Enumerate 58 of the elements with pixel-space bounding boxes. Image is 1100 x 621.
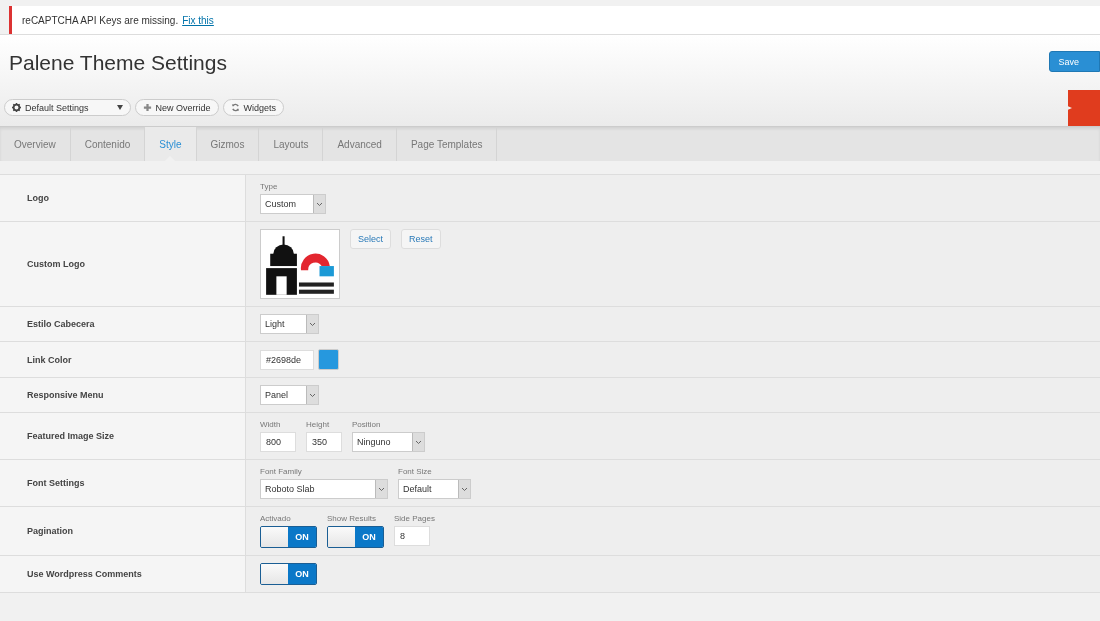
text-field[interactable]: 800 <box>260 432 296 452</box>
fix-link[interactable]: Fix this <box>182 14 214 26</box>
color-field[interactable]: #2698de <box>260 349 314 370</box>
chevron-down-icon <box>461 486 468 492</box>
setting-label: Featured Image Size <box>27 431 115 441</box>
select-field[interactable]: Ninguno <box>352 432 425 452</box>
setting-label: Responsive Menu <box>27 390 104 400</box>
notice-text: reCAPTCHA API Keys are missing. <box>22 14 179 26</box>
gear-icon <box>12 103 21 112</box>
setting-label: Estilo Cabecera <box>27 319 95 329</box>
text-field[interactable]: 350 <box>306 432 342 452</box>
field-label: Width <box>260 420 282 429</box>
toolbar-button[interactable]: Widgets <box>222 99 285 116</box>
caret-icon <box>116 105 123 110</box>
select-field[interactable]: Light <box>260 314 319 334</box>
toggle-switch[interactable]: ON <box>260 526 317 548</box>
save-button[interactable]: Save <box>1049 51 1100 72</box>
refresh-icon <box>230 103 240 112</box>
tab[interactable]: Page Templates <box>396 127 498 161</box>
setting-label: Logo <box>27 193 49 203</box>
field-label: Height <box>306 420 331 429</box>
field-label: Font Family <box>260 467 303 476</box>
image-button[interactable]: Reset <box>401 229 441 249</box>
field-label: Show Results <box>327 514 377 523</box>
image-button[interactable]: Select <box>350 229 391 249</box>
chevron-down-icon <box>415 439 422 445</box>
field-label: Position <box>352 420 382 429</box>
text-field[interactable]: 8 <box>394 526 430 546</box>
setting-label: Font Settings <box>27 478 85 488</box>
color-swatch[interactable] <box>318 349 339 370</box>
select-field[interactable]: Roboto Slab <box>260 479 388 499</box>
side-tab[interactable] <box>1068 90 1100 126</box>
select-field[interactable]: Panel <box>260 385 319 405</box>
toolbar-button[interactable]: New Override <box>134 99 219 116</box>
tab[interactable]: Style <box>145 127 197 161</box>
tab[interactable]: Overview <box>0 127 71 161</box>
chevron-down-icon <box>309 321 316 327</box>
toggle-switch[interactable]: ON <box>260 563 317 585</box>
tab[interactable]: Gizmos <box>196 127 260 161</box>
page-title: Palene Theme Settings <box>9 51 227 75</box>
toggle-switch[interactable]: ON <box>327 526 384 548</box>
field-label: Font Size <box>398 467 433 476</box>
chevron-down-icon <box>316 201 323 207</box>
setting-label: Use Wordpress Comments <box>27 569 142 579</box>
select-field[interactable]: Custom <box>260 194 326 214</box>
setting-label: Link Color <box>27 354 72 365</box>
select-field[interactable]: Default <box>398 479 471 499</box>
chevron-down-icon <box>378 486 385 492</box>
toolbar-button[interactable]: Default Settings <box>4 99 131 116</box>
tab[interactable]: Advanced <box>323 127 397 161</box>
field-label: Side Pages <box>394 514 435 523</box>
field-label: Activado <box>260 514 292 523</box>
chevron-down-icon <box>309 392 316 398</box>
field-label: Type <box>260 182 279 191</box>
tab[interactable]: Layouts <box>259 127 324 161</box>
setting-label: Pagination <box>27 526 73 536</box>
plus-icon <box>142 103 152 112</box>
setting-label: Custom Logo <box>27 259 85 269</box>
